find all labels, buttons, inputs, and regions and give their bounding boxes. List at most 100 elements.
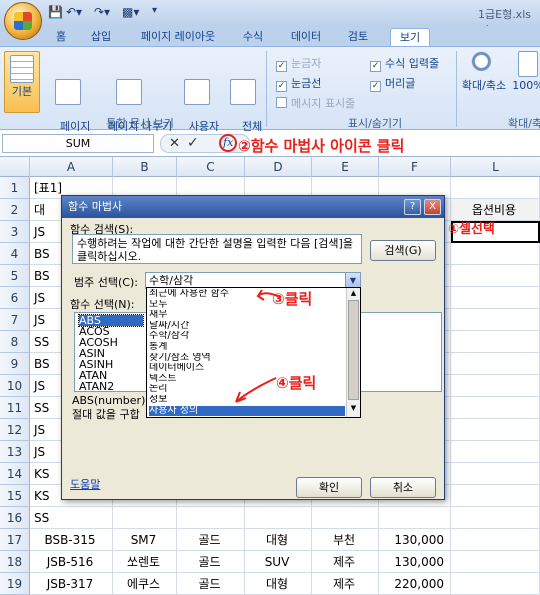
tab-home[interactable]: 홈 [48, 28, 74, 46]
help-link[interactable]: 도움말 [70, 476, 100, 492]
row-header[interactable]: 8 [0, 331, 30, 353]
cancel-icon[interactable]: ✕ [169, 136, 180, 151]
cell[interactable]: SM7 [113, 529, 177, 551]
cell[interactable] [451, 485, 540, 507]
cell[interactable] [245, 507, 312, 529]
row-header[interactable]: 16 [0, 507, 30, 529]
save-icon[interactable]: 💾 [48, 5, 63, 21]
cell[interactable]: 대형 [245, 573, 312, 595]
cell[interactable]: 쏘렌토 [113, 551, 177, 573]
help-title-button[interactable]: ? [404, 199, 421, 215]
ok-button[interactable]: 확인 [296, 477, 362, 498]
gridlines-checkbox[interactable]: ✓ 눈금선 [276, 75, 321, 92]
chevron-down-icon[interactable]: ▼ [345, 273, 360, 288]
cell[interactable] [177, 507, 245, 529]
cell[interactable] [451, 309, 540, 331]
close-button[interactable]: X [424, 199, 441, 215]
cell[interactable] [451, 375, 540, 397]
row-header[interactable]: 1 [0, 177, 30, 199]
row-header[interactable]: 4 [0, 243, 30, 265]
dropdown-scrollbar[interactable]: ▲ ▼ [346, 288, 360, 417]
cell[interactable]: SS [30, 507, 113, 529]
scroll-thumb[interactable] [348, 300, 359, 400]
column-header[interactable]: L [451, 157, 540, 177]
normal-view-button[interactable]: 기본 [4, 51, 40, 113]
row-header[interactable]: 13 [0, 441, 30, 463]
cell[interactable]: 제주 [312, 551, 379, 573]
zoom-100-button[interactable]: 100% [508, 51, 540, 92]
row-header[interactable]: 7 [0, 309, 30, 331]
cell[interactable]: SUV [245, 551, 312, 573]
headings-checkbox[interactable]: ✓ 머리글 [370, 75, 415, 92]
cell[interactable] [451, 551, 540, 573]
tab-insert[interactable]: 삽입 [86, 28, 116, 46]
cell[interactable] [451, 441, 540, 463]
cell[interactable] [312, 507, 379, 529]
cell[interactable] [451, 507, 540, 529]
cell[interactable] [451, 243, 540, 265]
search-input[interactable]: 수행하려는 작업에 대한 간단한 설명을 입력한 다음 [검색]을 클릭하십시오… [72, 234, 362, 264]
column-header[interactable]: C [177, 157, 245, 177]
enter-icon[interactable]: ✓ [187, 135, 199, 151]
cell[interactable] [451, 287, 540, 309]
row-header[interactable]: 19 [0, 573, 30, 595]
row-header[interactable]: 12 [0, 419, 30, 441]
message-bar-checkbox[interactable]: 메시지 표시줄 [276, 95, 355, 111]
column-header[interactable]: A [30, 157, 113, 177]
function-list-item[interactable]: ATAN2 [79, 381, 114, 392]
search-button[interactable]: 검색(G) [370, 240, 436, 261]
cancel-button[interactable]: 취소 [370, 477, 436, 498]
row-header[interactable]: 6 [0, 287, 30, 309]
cell[interactable]: 부천 [312, 529, 379, 551]
column-header[interactable]: F [379, 157, 451, 177]
scroll-up-icon[interactable]: ▲ [348, 289, 359, 299]
name-box[interactable]: SUM [2, 134, 154, 153]
cell[interactable] [451, 331, 540, 353]
cell[interactable] [451, 265, 540, 287]
cell[interactable] [451, 573, 540, 595]
undo-icon[interactable]: ↶▾ [66, 5, 82, 21]
scroll-down-icon[interactable]: ▼ [348, 404, 359, 414]
row-header[interactable]: 3 [0, 221, 30, 243]
row-header[interactable]: 15 [0, 485, 30, 507]
select-all-corner[interactable] [0, 157, 30, 177]
row-header[interactable]: 9 [0, 353, 30, 375]
column-header[interactable]: B [113, 157, 177, 177]
cell[interactable]: 제주 [312, 573, 379, 595]
print-preview-icon[interactable]: ▩▾ [122, 5, 139, 21]
tab-data[interactable]: 데이터 [286, 28, 326, 46]
cell[interactable] [379, 507, 451, 529]
formula-bar-checkbox[interactable]: ✓ 수식 입력줄 [370, 55, 439, 72]
row-header[interactable]: 10 [0, 375, 30, 397]
cell[interactable]: 골드 [177, 529, 245, 551]
tab-review[interactable]: 검토 [342, 28, 374, 46]
row-header[interactable]: 5 [0, 265, 30, 287]
cell[interactable]: 에쿠스 [113, 573, 177, 595]
cell[interactable]: JSB-317 [30, 573, 113, 595]
row-header[interactable]: 2 [0, 199, 30, 221]
office-button[interactable] [4, 2, 42, 40]
tab-page-layout[interactable]: 페이지 레이아웃 [132, 28, 224, 46]
cell[interactable] [451, 529, 540, 551]
cell[interactable] [451, 397, 540, 419]
cell[interactable]: 130,000 [379, 551, 451, 573]
customize-qat-icon[interactable]: ▾ [152, 5, 157, 21]
cell[interactable] [451, 463, 540, 485]
cell[interactable] [451, 353, 540, 375]
cell[interactable]: 130,000 [379, 529, 451, 551]
row-header[interactable]: 18 [0, 551, 30, 573]
cell[interactable]: 골드 [177, 573, 245, 595]
cell[interactable] [451, 419, 540, 441]
row-header[interactable]: 17 [0, 529, 30, 551]
tab-view[interactable]: 보기 [390, 28, 430, 46]
cell[interactable] [113, 507, 177, 529]
cell[interactable]: JSB-516 [30, 551, 113, 573]
cell[interactable]: 골드 [177, 551, 245, 573]
cell[interactable] [451, 177, 540, 199]
zoom-button[interactable]: 확대/축소 [460, 51, 508, 92]
column-header[interactable]: D [245, 157, 312, 177]
column-header[interactable]: E [312, 157, 379, 177]
cell[interactable]: 대형 [245, 529, 312, 551]
row-header[interactable]: 11 [0, 397, 30, 419]
cell[interactable]: 220,000 [379, 573, 451, 595]
